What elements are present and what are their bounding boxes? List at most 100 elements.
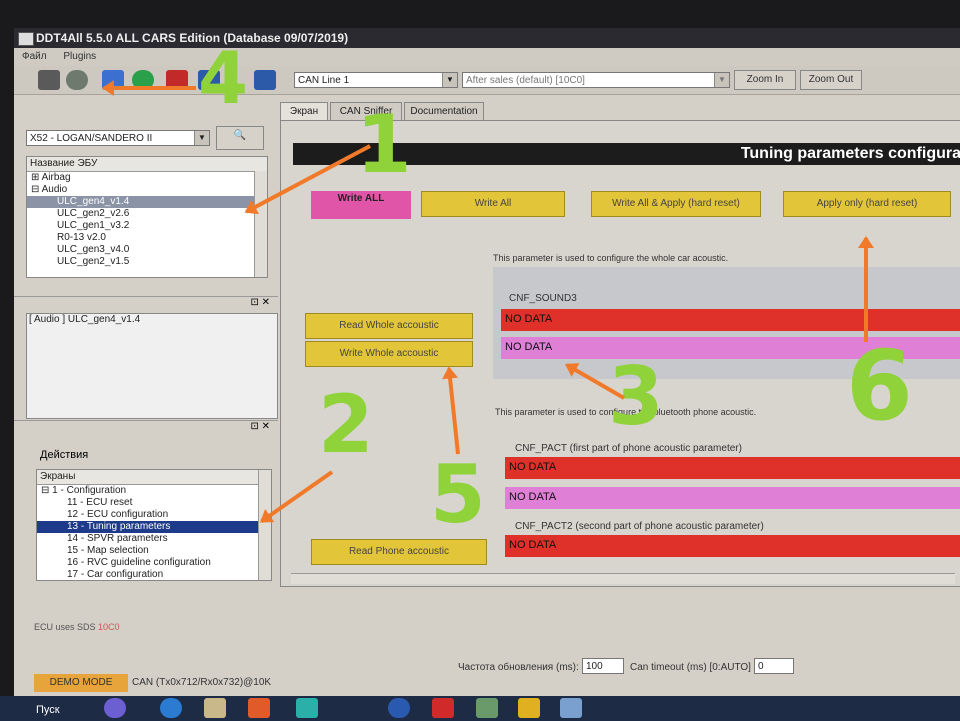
chevron-down-icon: ▼ <box>714 73 729 87</box>
loaded-ecu-list: [ Audio ] ULC_gen4_v1.4 <box>26 313 278 419</box>
vehicle-combo[interactable]: X52 - LOGAN/SANDERO II ▼ <box>26 130 210 146</box>
bluetooth-icon[interactable] <box>254 70 276 90</box>
app-icon-4[interactable] <box>518 698 540 718</box>
cnf-sound3-value: NO DATA <box>501 309 960 331</box>
cnf-sound3-label: CNF_SOUND3 <box>509 293 577 304</box>
whole-acoustic-desc: This parameter is used to configure the … <box>493 253 729 263</box>
tree-item[interactable]: 12 - ECU configuration <box>37 509 271 521</box>
annotation-arrow-6 <box>864 238 868 342</box>
menu-plugins[interactable]: Plugins <box>63 51 96 62</box>
refresh-spinbox[interactable]: 100 <box>582 658 624 674</box>
tree-item[interactable]: ⊟ 1 - Configuration <box>37 485 271 497</box>
actions-panel: ⊡ ✕ Действия Экраны ⊟ 1 - Configuration 1… <box>14 420 278 593</box>
can-line-value: CAN Line 1 <box>298 75 350 86</box>
zoom-in-button[interactable]: Zoom In <box>734 70 796 90</box>
refresh-label: Частота обновления (ms): <box>458 662 579 673</box>
tree-item[interactable]: ULC_gen2_v1.5 <box>27 256 267 268</box>
session-value: After sales (default) [10C0] <box>466 75 585 86</box>
write-all-label: Write ALL <box>311 191 411 219</box>
can-line-combo[interactable]: CAN Line 1 ▼ <box>294 72 458 88</box>
cnf-pact2-label: CNF_PACT2 (second part of phone acoustic… <box>515 521 764 532</box>
write-whole-acoustic-button[interactable]: Write Whole accoustic <box>305 341 473 367</box>
tree-item[interactable]: ULC_gen3_v4.0 <box>27 244 267 256</box>
timeout-value: 0 <box>758 661 764 672</box>
cnf-pact-value: NO DATA <box>505 457 960 479</box>
toolbar: CAN Line 1 ▼ After sales (default) [10C0… <box>14 66 960 95</box>
tree-item[interactable]: 13 - Tuning parameters <box>37 521 271 533</box>
close-icon[interactable]: ⊡ ✕ <box>250 421 270 432</box>
tree-item[interactable]: 16 - RVC guideline configuration <box>37 557 271 569</box>
write-all-button[interactable]: Write All <box>421 191 565 217</box>
actions-label: Действия <box>40 449 89 461</box>
taskbar: Пуск <box>0 696 960 721</box>
tree-item[interactable]: ULC_gen2_v2.6 <box>27 208 267 220</box>
timeout-label: Can timeout (ms) [0:AUTO] : <box>630 662 757 673</box>
cnf-pact-input[interactable]: NO DATA <box>505 487 960 509</box>
annotation-6: 6 <box>846 330 913 442</box>
read-phone-acoustic-button[interactable]: Read Phone accoustic <box>311 539 487 565</box>
close-icon[interactable]: ⊡ ✕ <box>250 297 270 308</box>
ecu-tree: Название ЭБУ ⊞ Airbag ⊟ Audio ULC_gen4_v1.… <box>26 156 268 278</box>
window-title: DDT4All 5.5.0 ALL CARS Edition (Database… <box>36 31 349 45</box>
log-code: 10C0 <box>98 622 120 632</box>
annotation-3: 3 <box>608 350 664 443</box>
zoom-out-button[interactable]: Zoom Out <box>800 70 862 90</box>
tree-item[interactable]: 15 - Map selection <box>37 545 271 557</box>
app-icon-5[interactable] <box>560 698 582 718</box>
tab-screen[interactable]: Экран <box>280 102 328 120</box>
app-icon <box>18 32 34 46</box>
log-line: ECU uses SDS 10C0 <box>34 622 120 632</box>
browser-icon[interactable] <box>104 698 126 718</box>
menu-file[interactable]: Файл <box>22 51 47 62</box>
menu-bar: Файл Plugins <box>14 48 960 66</box>
loaded-ecu-panel: ⊡ ✕ [ Audio ] ULC_gen4_v1.4 <box>14 296 278 421</box>
explorer-icon[interactable] <box>204 698 226 718</box>
tree-item[interactable]: 11 - ECU reset <box>37 497 271 509</box>
app-icon-3[interactable] <box>476 698 498 718</box>
yandex-icon[interactable] <box>432 698 454 718</box>
refresh-value: 100 <box>586 661 603 672</box>
app-icon-2[interactable] <box>388 698 410 718</box>
cnf-pact-label: CNF_PACT (first part of phone acoustic p… <box>515 443 742 454</box>
screens-tree: Экраны ⊟ 1 - Configuration 11 - ECU reset… <box>36 469 272 581</box>
demo-mode-badge: DEMO MODE <box>34 674 128 692</box>
tree-item[interactable]: 17 - Car configuration <box>37 569 271 580</box>
session-combo[interactable]: After sales (default) [10C0] ▼ <box>462 72 730 88</box>
start-button[interactable]: Пуск <box>36 704 60 716</box>
media-icon[interactable] <box>248 698 270 718</box>
tree-item[interactable]: 14 - SPVR parameters <box>37 533 271 545</box>
app-icon-1[interactable] <box>296 698 318 718</box>
annotation-2: 2 <box>318 378 374 471</box>
ecu-panel: X52 - LOGAN/SANDERO II ▼ 🔍 Название ЭБУ … <box>14 124 278 324</box>
write-all-apply-button[interactable]: Write All & Apply (hard reset) <box>591 191 761 217</box>
loaded-ecu-item[interactable]: [ Audio ] ULC_gen4_v1.4 <box>27 314 277 326</box>
screens-tree-header: Экраны <box>37 470 271 485</box>
annotation-arrow-4 <box>104 86 196 90</box>
annotation-5: 5 <box>430 448 486 541</box>
app-window: DDT4All 5.5.0 ALL CARS Edition (Database… <box>14 28 960 696</box>
apply-only-button[interactable]: Apply only (hard reset) <box>783 191 951 217</box>
vehicle-value: X52 - LOGAN/SANDERO II <box>30 133 153 144</box>
ecu-tree-header: Название ЭБУ <box>27 157 267 172</box>
title-bar: DDT4All 5.5.0 ALL CARS Edition (Database… <box>14 28 960 48</box>
tree-item[interactable]: ⊟ Audio <box>27 184 267 196</box>
tab-documentation[interactable]: Documentation <box>404 102 484 120</box>
save-db-icon[interactable] <box>38 70 60 90</box>
ie-icon[interactable] <box>160 698 182 718</box>
annotation-1: 1 <box>356 98 412 191</box>
tree-item[interactable]: ULC_gen1_v3.2 <box>27 220 267 232</box>
search-ecu-button[interactable]: 🔍 <box>216 126 264 150</box>
tree-item[interactable]: ULC_gen4_v1.4 <box>27 196 267 208</box>
search-icon: 🔍 <box>233 130 247 141</box>
chevron-down-icon: ▼ <box>442 73 457 87</box>
ecu-tree-scrollbar[interactable] <box>254 171 267 277</box>
read-whole-acoustic-button[interactable]: Read Whole accoustic <box>305 313 473 339</box>
connect-icon[interactable] <box>66 70 88 90</box>
content-hscrollbar[interactable] <box>291 573 955 584</box>
annotation-4: 4 <box>198 36 249 120</box>
tree-item[interactable]: ⊞ Airbag <box>27 172 267 184</box>
log-text: ECU uses SDS <box>34 622 96 632</box>
tree-item[interactable]: R0-13 v2.0 <box>27 232 267 244</box>
timeout-spinbox[interactable]: 0 <box>754 658 794 674</box>
status-area: ECU uses SDS 10C0 DEMO MODE CAN (Tx0x712… <box>14 604 960 696</box>
